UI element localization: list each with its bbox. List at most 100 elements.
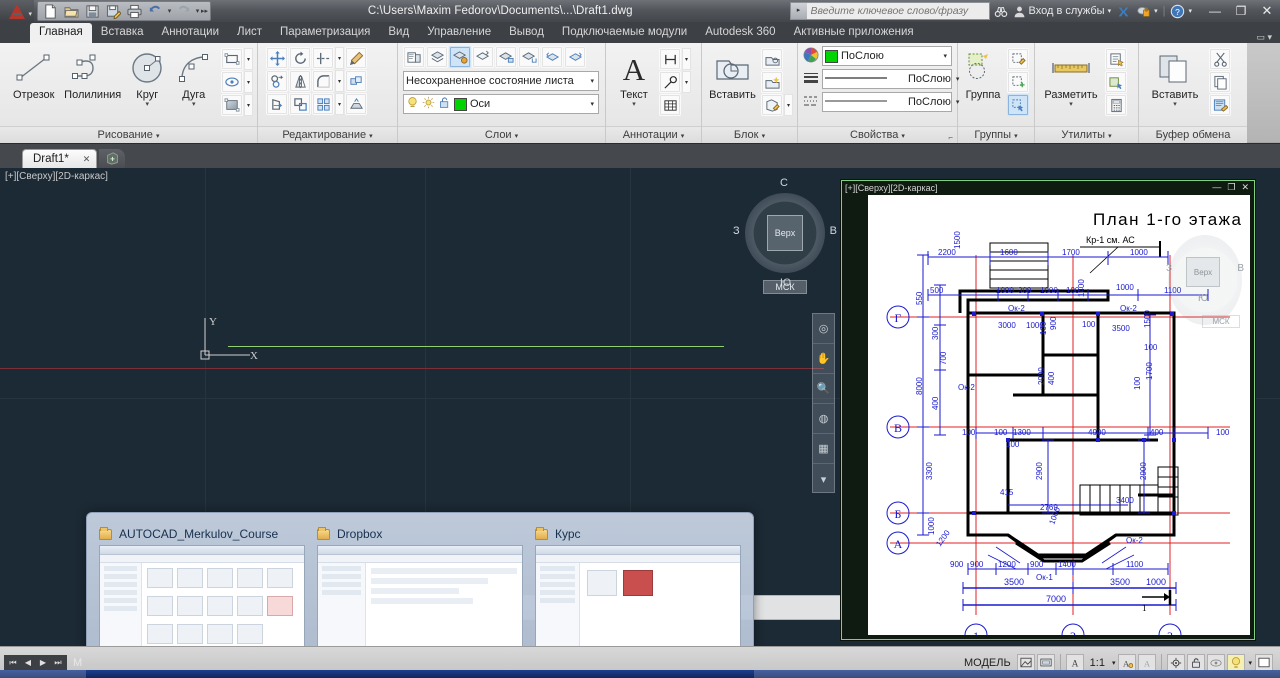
exchange-app-icon[interactable] — [1116, 5, 1131, 18]
floating-view-cube-top[interactable]: Верх — [1186, 257, 1220, 287]
zoom-extents-icon[interactable]: 🔍 — [813, 374, 834, 404]
insert-block-button[interactable]: Вставить — [706, 47, 759, 101]
floating-minimize-button[interactable]: — — [1212, 182, 1221, 193]
layer-state-caret[interactable]: ▾ — [588, 77, 596, 85]
trim-icon[interactable] — [312, 47, 334, 69]
color-wheel-icon[interactable] — [803, 47, 819, 66]
hatch-caret-icon[interactable]: ▾ — [243, 71, 253, 93]
annotation-objects-icon[interactable]: A — [1138, 653, 1157, 672]
explode-icon[interactable] — [345, 93, 367, 115]
ucs-selector-button[interactable]: МСК — [763, 280, 807, 294]
panel-title-groups[interactable]: Группы ▾ — [958, 126, 1034, 143]
orbit-icon[interactable]: ◍ — [813, 404, 834, 434]
scale-icon[interactable] — [289, 93, 311, 115]
floating-restore-button[interactable]: ❐ — [1227, 182, 1235, 193]
array-caret-icon[interactable]: ▾ — [335, 93, 344, 115]
redo-caret[interactable]: ▾ — [194, 7, 201, 15]
taskbar-preview-item[interactable]: AUTOCAD_Merkulov_Course — [99, 523, 305, 664]
group-button[interactable]: Группа — [961, 47, 1005, 101]
leader-icon[interactable] — [659, 71, 681, 93]
tab-aktivnye-prilozheniya[interactable]: Активные приложения — [785, 23, 923, 43]
copy-clipboard-icon[interactable] — [1209, 71, 1231, 93]
tab-upravlenie[interactable]: Управление — [418, 23, 500, 43]
next-layout-button[interactable]: ▶ — [36, 656, 50, 670]
layout-icon[interactable] — [1036, 653, 1055, 672]
panel-title-properties[interactable]: Свойства ▾ ⌐ — [798, 126, 957, 143]
auto-scale-icon[interactable]: A — [1118, 653, 1137, 672]
lock-ui-icon[interactable] — [1187, 653, 1206, 672]
hatch-icon[interactable] — [220, 71, 243, 93]
lineweight-combo[interactable]: ПоСлою ▾ — [822, 69, 959, 89]
panel-title-clipboard[interactable]: Буфер обмена — [1139, 126, 1247, 143]
cut-icon[interactable] — [1209, 48, 1231, 70]
layer-color-swatch[interactable] — [454, 97, 467, 111]
arc-button[interactable]: Дуга ▾ — [171, 47, 217, 108]
floor-plan-area[interactable]: План 1-го этажа Кр-1 см. АС Г В Б А 1 2 … — [868, 195, 1250, 635]
new-document-tab-button[interactable] — [99, 149, 126, 168]
define-attribute-icon[interactable] — [761, 71, 783, 93]
layer-previous-icon[interactable] — [541, 46, 563, 68]
save-file-icon[interactable] — [82, 2, 103, 20]
paste-special-icon[interactable] — [1209, 94, 1231, 116]
add-to-group-icon[interactable] — [1007, 71, 1029, 93]
tab-list[interactable]: Лист — [228, 23, 271, 43]
hardware-accel-icon[interactable] — [1227, 653, 1246, 672]
object-color-combo[interactable]: ПоСлою ▾ — [822, 46, 952, 66]
circle-button[interactable]: Круг ▾ — [124, 47, 170, 108]
new-file-icon[interactable] — [40, 2, 61, 20]
annotation-visibility-icon[interactable]: A — [1065, 653, 1084, 672]
panel-title-draw[interactable]: Рисование ▾ — [0, 126, 257, 143]
quick-select-icon[interactable] — [1105, 48, 1127, 70]
panel-title-draw-caret[interactable]: ▾ — [156, 133, 160, 140]
quick-calc-measure-icon[interactable] — [1105, 71, 1127, 93]
stretch-icon[interactable] — [266, 93, 288, 115]
view-cube-right-label[interactable]: В — [830, 225, 837, 237]
layer-unlocked-icon[interactable] — [438, 96, 451, 112]
measure-caret[interactable]: ▾ — [1069, 101, 1073, 108]
linetype-combo[interactable]: ПоСлою ▾ — [822, 92, 959, 112]
save-as-icon[interactable] — [103, 2, 124, 20]
gradient-icon[interactable] — [220, 94, 243, 116]
object-color-caret[interactable]: ▾ — [941, 52, 949, 60]
measure-button[interactable]: Разметить ▾ — [1040, 47, 1102, 108]
sign-in-button[interactable]: Вход в службы ▾ — [1013, 5, 1111, 18]
panel-title-utilities-caret[interactable]: ▾ — [1108, 133, 1112, 140]
help-caret[interactable]: ▾ — [1188, 7, 1192, 15]
panel-title-annotation[interactable]: Аннотации ▾ — [606, 126, 701, 143]
edit-block-icon[interactable] — [761, 94, 783, 116]
view-cube-left-label[interactable]: З — [733, 225, 740, 237]
match-properties-icon[interactable] — [345, 47, 367, 69]
layer-isolate-icon[interactable] — [449, 46, 471, 68]
showmotion-icon[interactable]: ▦ — [813, 434, 834, 464]
mirror-icon[interactable] — [289, 70, 311, 92]
view-cube[interactable]: Верх З В С Ю — [733, 177, 837, 289]
status-overflow-caret-icon[interactable]: ▾ — [1246, 659, 1254, 667]
tab-autodesk-360[interactable]: Autodesk 360 — [696, 23, 784, 43]
rotate-icon[interactable] — [289, 47, 311, 69]
layer-caret[interactable]: ▾ — [588, 100, 596, 108]
redo-icon[interactable] — [173, 2, 194, 20]
panel-title-modify-caret[interactable]: ▾ — [369, 133, 373, 140]
array-3d-icon[interactable] — [345, 70, 367, 92]
workspace-icon[interactable] — [1167, 653, 1186, 672]
edit-group-icon[interactable] — [1007, 48, 1029, 70]
fullscreen-icon[interactable] — [1255, 653, 1273, 672]
floating-ucs-button[interactable]: МСК — [1202, 315, 1240, 328]
dimension-icon[interactable] — [659, 48, 681, 70]
document-tab-close-icon[interactable]: ✕ — [83, 154, 91, 165]
annotation-scale-caret-icon[interactable]: ▾ — [1110, 659, 1118, 667]
floating-drawing-window[interactable]: [+][Сверху][2D-каркас] — ❐ ✕ План 1-го э… — [841, 180, 1255, 640]
application-menu-button[interactable]: ▾ — [0, 0, 34, 22]
undo-icon[interactable] — [145, 2, 166, 20]
tab-glavnaya[interactable]: Главная — [30, 23, 92, 43]
model-tab[interactable]: М — [67, 657, 88, 669]
view-cube-back-label[interactable]: С — [780, 177, 788, 189]
layer-freeze-icon[interactable] — [472, 46, 494, 68]
tab-vid[interactable]: Вид — [379, 23, 418, 43]
move-icon[interactable] — [266, 47, 288, 69]
layer-match-icon[interactable] — [564, 46, 586, 68]
group-selection-on-icon[interactable] — [1007, 94, 1029, 116]
panel-title-block[interactable]: Блок ▾ — [702, 126, 797, 143]
floating-view-cube[interactable]: Верх З В Ю — [1166, 235, 1244, 325]
layer-thaw-icon[interactable] — [422, 96, 435, 112]
